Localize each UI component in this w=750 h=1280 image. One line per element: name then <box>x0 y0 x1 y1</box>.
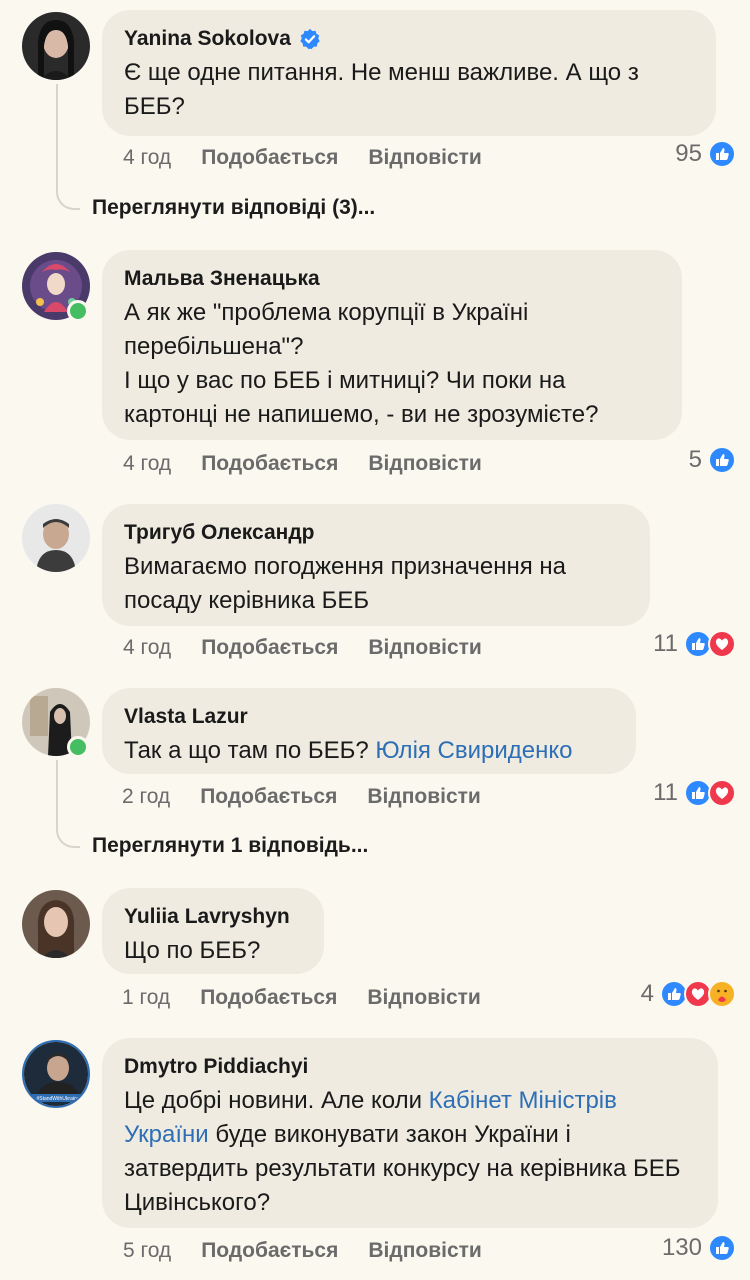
comment-text-body-end: буде виконувати закон України і затверди… <box>124 1121 688 1216</box>
avatar[interactable] <box>22 504 90 572</box>
comment-time[interactable]: 1 год <box>122 986 170 1010</box>
reactions-summary[interactable]: 130 <box>662 1234 736 1262</box>
mention-link[interactable]: Юлія Свириденко <box>375 737 572 764</box>
comment-time[interactable]: 2 год <box>122 785 170 809</box>
love-icon <box>708 630 736 658</box>
comment-bubble: Dmytro Piddiachyi Це добрі новини. Але к… <box>102 1038 718 1228</box>
avatar-image <box>22 504 90 572</box>
comment-text: Вимагаємо погодження призначення на поса… <box>124 553 573 614</box>
online-status-indicator <box>67 300 89 322</box>
comment-text-body: Це добрі новини. Але коли <box>124 1087 429 1114</box>
author-name[interactable]: Тригуб Олександр <box>124 520 315 546</box>
comments-feed: Yanina Sokolova Є ще одне питання. Не ме… <box>0 0 750 1280</box>
comment-text: Що по БЕБ? <box>124 937 261 964</box>
like-icon <box>708 446 736 474</box>
like-button[interactable]: Подобається <box>201 636 338 660</box>
like-icon <box>708 140 736 168</box>
avatar[interactable]: #StandWithUkraine <box>22 1040 90 1108</box>
reply-button[interactable]: Відповісти <box>367 785 480 809</box>
view-replies-link[interactable]: Переглянути відповіді (3)... <box>92 196 375 220</box>
avatar-image: #StandWithUkraine <box>24 1042 88 1106</box>
avatar[interactable] <box>22 12 90 80</box>
comment-actions: 1 год Подобається Відповісти <box>122 986 481 1010</box>
reaction-count: 11 <box>653 779 678 806</box>
author-name[interactable]: Мальва Зненацька <box>124 266 320 292</box>
comment-actions: 5 год Подобається Відповісти <box>123 1239 482 1263</box>
comment-bubble: Мальва Зненацька А як же "проблема коруп… <box>102 250 682 440</box>
comment-time[interactable]: 4 год <box>123 636 171 660</box>
thread-connector <box>56 760 80 848</box>
comment-bubble: Тригуб Олександр Вимагаємо погодження пр… <box>102 504 650 626</box>
comment-actions: 4 год Подобається Відповісти <box>123 636 482 660</box>
avatar-image <box>22 12 90 80</box>
reactions-summary[interactable]: 11 <box>653 630 736 658</box>
like-icon <box>708 1234 736 1262</box>
like-button[interactable]: Подобається <box>200 986 337 1010</box>
reaction-count: 95 <box>675 140 702 167</box>
care-icon <box>708 980 736 1008</box>
comment-time[interactable]: 4 год <box>123 452 171 476</box>
online-status-indicator <box>67 736 89 758</box>
comment-bubble: Yuliia Lavryshyn Що по БЕБ? <box>102 888 324 974</box>
like-button[interactable]: Подобається <box>201 1239 338 1263</box>
author-name[interactable]: Yanina Sokolova <box>124 26 291 52</box>
verified-badge-icon <box>300 28 320 50</box>
comment-text-body: Так а що там по БЕБ? <box>124 737 376 764</box>
comment-actions: 4 год Подобається Відповісти <box>123 452 482 476</box>
reaction-count: 5 <box>688 446 702 473</box>
comment-text: Так а що там по БЕБ? Юлія Свириденко <box>124 734 614 768</box>
comment-bubble: Vlasta Lazur Так а що там по БЕБ? Юлія С… <box>102 688 636 774</box>
reaction-count: 4 <box>640 980 654 1007</box>
author-name[interactable]: Vlasta Lazur <box>124 704 248 730</box>
view-replies-link[interactable]: Переглянути 1 відповідь... <box>92 834 368 858</box>
like-button[interactable]: Подобається <box>201 452 338 476</box>
comment-text: Це добрі новини. Але коли Кабінет Мініст… <box>124 1084 696 1220</box>
author-name[interactable]: Dmytro Piddiachyi <box>124 1054 308 1080</box>
reply-button[interactable]: Відповісти <box>367 986 480 1010</box>
comment-text: Є ще одне питання. Не менш важливе. А що… <box>124 59 646 120</box>
reply-button[interactable]: Відповісти <box>368 636 481 660</box>
comment-actions: 4 год Подобається Відповісти <box>123 146 482 170</box>
comment-time[interactable]: 4 год <box>123 146 171 170</box>
like-button[interactable]: Подобається <box>200 785 337 809</box>
reaction-count: 11 <box>653 630 678 657</box>
love-icon <box>708 779 736 807</box>
reply-button[interactable]: Відповісти <box>368 146 481 170</box>
reactions-summary[interactable]: 95 <box>675 140 736 168</box>
reactions-summary[interactable]: 11 <box>653 779 736 807</box>
comment-bubble: Yanina Sokolova Є ще одне питання. Не ме… <box>102 10 716 136</box>
comment-actions: 2 год Подобається Відповісти <box>122 785 481 809</box>
reactions-summary[interactable]: 5 <box>689 446 736 474</box>
avatar[interactable] <box>22 890 90 958</box>
author-name[interactable]: Yuliia Lavryshyn <box>124 904 290 930</box>
avatar-image <box>22 890 90 958</box>
like-button[interactable]: Подобається <box>201 146 338 170</box>
reply-button[interactable]: Відповісти <box>368 452 481 476</box>
thread-connector <box>56 84 80 210</box>
comment-text: А як же "проблема корупції в Україні пер… <box>124 299 599 428</box>
comment-time[interactable]: 5 год <box>123 1239 171 1263</box>
reactions-summary[interactable]: 4 <box>641 980 736 1008</box>
reaction-count: 130 <box>661 1234 702 1261</box>
avatar-caption: #StandWithUkraine <box>36 1096 79 1102</box>
reply-button[interactable]: Відповісти <box>368 1239 481 1263</box>
